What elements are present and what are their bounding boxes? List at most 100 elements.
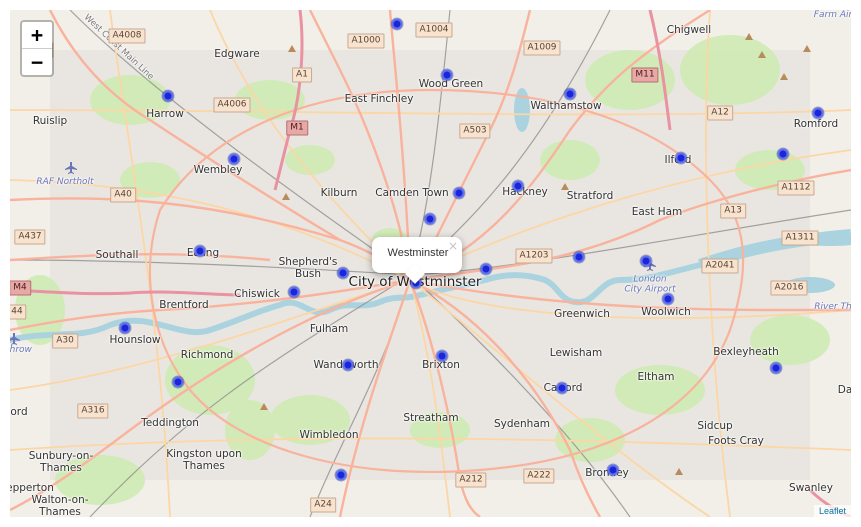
map-marker[interactable] [453, 187, 465, 199]
place-label-hackney: Hackney [502, 185, 548, 198]
road-shield-a1311: A1311 [781, 230, 819, 246]
road-shield-m4: M4 [10, 280, 31, 296]
place-label-harrow: Harrow [146, 107, 184, 120]
zoom-control: + − [20, 20, 54, 77]
place-label-kingston: Kingston upon Thames [166, 447, 242, 472]
road-shield-a1: A1 [292, 67, 312, 83]
road-shield-a40: A40 [110, 187, 136, 203]
road-shield-a222: A222 [523, 468, 555, 484]
place-label-da: Da [837, 383, 851, 396]
river-label-thames: River Th [814, 301, 851, 312]
road-shield-a1203: A1203 [515, 248, 553, 264]
map-marker[interactable] [564, 88, 576, 100]
zoom-out-button[interactable]: − [22, 49, 52, 75]
map-marker[interactable] [162, 90, 174, 102]
road-shield-a2041: A2041 [701, 258, 739, 274]
place-label-ord: ord [10, 405, 28, 418]
map-container[interactable]: Chigwell Edgware Wood Green Walthamstow … [10, 10, 851, 517]
place-label-brentford: Brentford [159, 298, 209, 311]
road-shield-a437: A437 [14, 229, 46, 245]
road-shield-m1: M1 [286, 120, 308, 136]
map-marker[interactable] [573, 251, 585, 263]
place-label-greenwich: Greenwich [554, 307, 610, 320]
place-label-ruislip: Ruislip [32, 114, 68, 127]
zoom-in-button[interactable]: + [22, 22, 52, 49]
place-label-sydenham: Sydenham [494, 417, 550, 430]
road-shield-a316: A316 [77, 403, 109, 419]
place-label-romford: Romford [793, 117, 839, 130]
map-marker[interactable] [436, 350, 448, 362]
map-marker[interactable] [607, 464, 619, 476]
place-label-epperton: epperton [10, 481, 54, 494]
place-label-edgware: Edgware [214, 47, 260, 60]
map-marker[interactable] [441, 69, 453, 81]
map-marker[interactable] [119, 322, 131, 334]
place-label-camden-town: Camden Town [375, 186, 449, 199]
map-marker[interactable] [391, 18, 403, 30]
road-shield-a13: A13 [720, 203, 746, 219]
place-label-chiswick: Chiswick [234, 287, 280, 300]
place-label-hounslow: Hounslow [109, 333, 161, 346]
airport-label-farm-air: Farm Air [813, 10, 851, 20]
map-marker[interactable] [770, 362, 782, 374]
road-shield-a2016: A2016 [770, 280, 808, 296]
map-marker[interactable] [812, 107, 824, 119]
road-shield-a1004: A1004 [415, 22, 453, 38]
road-shield-a1000: A1000 [347, 33, 385, 49]
place-label-wembley: Wembley [193, 163, 243, 176]
place-label-walton: Walton-on- Thames [31, 493, 89, 517]
airport-label-raf-northolt: RAF Northolt [36, 176, 94, 187]
map-marker[interactable] [675, 152, 687, 164]
place-label-sunbury: Sunbury-on- Thames [28, 449, 94, 474]
place-label-kilburn: Kilburn [320, 186, 358, 199]
road-shield-a30: A30 [52, 333, 78, 349]
map-marker[interactable] [512, 180, 524, 192]
airport-label-london-city: London City Airport [624, 274, 676, 295]
road-shield-a1112: A1112 [777, 180, 815, 196]
map-popup: Westminster × [372, 237, 462, 284]
place-label-chigwell: Chigwell [666, 23, 712, 36]
road-shield-a24: A24 [310, 497, 336, 513]
place-label-east-finchley: East Finchley [344, 92, 414, 105]
road-shield-a4006: A4006 [213, 97, 251, 113]
place-label-richmond: Richmond [180, 348, 234, 361]
map-marker[interactable] [424, 213, 436, 225]
map-marker[interactable] [777, 148, 789, 160]
map-marker[interactable] [342, 359, 354, 371]
road-shield-a212: A212 [455, 472, 487, 488]
place-label-southall: Southall [95, 248, 139, 261]
place-label-stratford: Stratford [566, 189, 614, 202]
map-marker[interactable] [337, 267, 349, 279]
map-marker[interactable] [640, 255, 652, 267]
place-label-walthamstow: Walthamstow [530, 99, 602, 112]
place-label-east-ham: East Ham [631, 205, 683, 218]
place-label-woolwich: Woolwich [641, 305, 691, 318]
map-marker[interactable] [480, 263, 492, 275]
popup-close-icon[interactable]: × [448, 239, 458, 253]
map-marker[interactable] [194, 245, 206, 257]
map-marker[interactable] [662, 293, 674, 305]
road-shield-a1009: A1009 [523, 40, 561, 56]
place-label-swanley: Swanley [789, 481, 833, 494]
place-label-shepherds-bush: Shepherd's Bush [278, 255, 338, 280]
map-marker[interactable] [556, 382, 568, 394]
map-marker[interactable] [228, 153, 240, 165]
place-label-eltham: Eltham [637, 370, 675, 383]
map-marker[interactable] [172, 376, 184, 388]
place-label-fulham: Fulham [309, 322, 349, 335]
map-marker[interactable] [288, 286, 300, 298]
place-label-lewisham: Lewisham [549, 346, 603, 359]
road-shield-a4008: A4008 [108, 28, 146, 44]
place-label-sidcup: Sidcup [697, 419, 733, 432]
attribution-link[interactable]: Leaflet [813, 505, 851, 517]
place-label-wimbledon: Wimbledon [299, 428, 359, 441]
place-label-wood-green: Wood Green [418, 77, 484, 90]
place-label-foots-cray: Foots Cray [708, 434, 764, 447]
place-label-teddington: Teddington [141, 416, 199, 429]
map-marker[interactable] [335, 469, 347, 481]
road-shield-44: 44 [10, 304, 27, 320]
airport-label-heathrow: throw [10, 344, 32, 355]
place-label-streatham: Streatham [403, 411, 459, 424]
place-label-bexleyheath: Bexleyheath [713, 345, 779, 358]
road-shield-a12: A12 [707, 105, 733, 121]
